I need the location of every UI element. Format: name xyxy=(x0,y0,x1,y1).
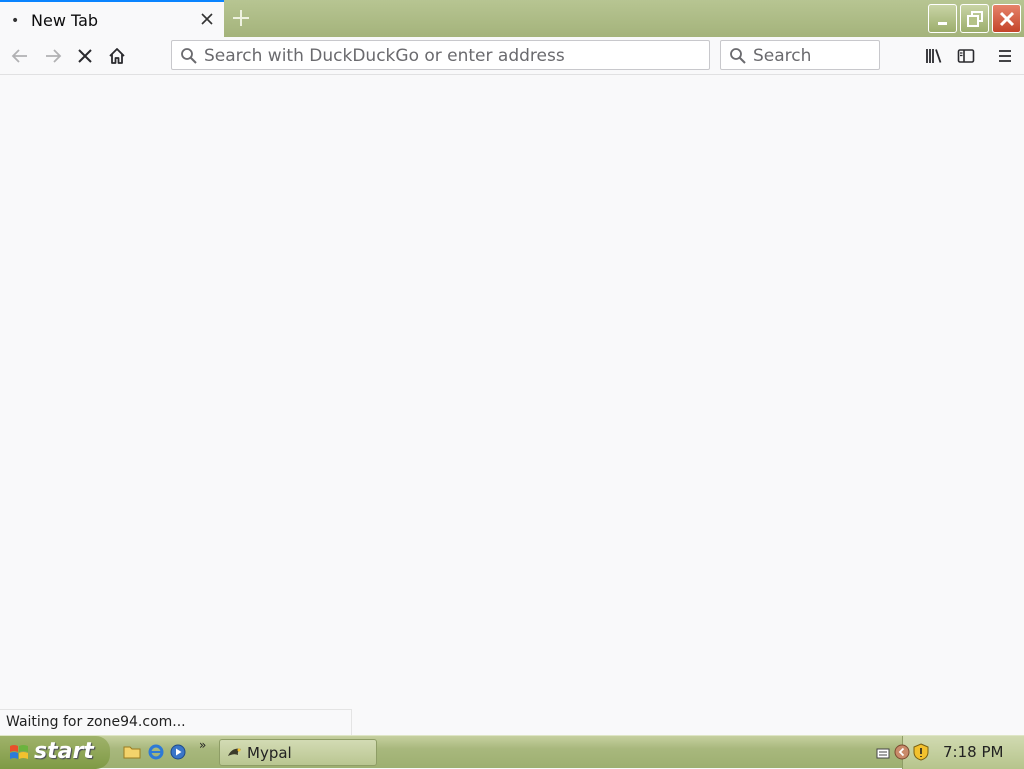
restore-button[interactable] xyxy=(960,4,989,33)
system-tray: 7:18 PM xyxy=(876,736,1024,769)
address-placeholder: Search with DuckDuckGo or enter address xyxy=(204,46,565,66)
tab-new-tab[interactable]: • New Tab xyxy=(0,0,224,37)
security-shield-icon[interactable] xyxy=(913,743,929,765)
title-bar: • New Tab xyxy=(0,0,1024,37)
internet-explorer-icon[interactable] xyxy=(147,743,165,761)
sidebar-toggle-button[interactable] xyxy=(955,45,977,67)
media-player-icon[interactable] xyxy=(169,743,187,761)
back-button[interactable] xyxy=(9,45,31,67)
library-button[interactable] xyxy=(923,45,945,67)
start-button[interactable]: start xyxy=(0,736,110,769)
folder-icon[interactable] xyxy=(123,743,141,761)
keyboard-icon[interactable] xyxy=(876,745,890,764)
tray-collapse-icon[interactable] xyxy=(894,744,910,764)
taskbar-item-mypal[interactable]: Mypal xyxy=(219,739,377,766)
search-icon xyxy=(729,47,747,69)
close-window-button[interactable] xyxy=(992,4,1021,33)
status-bar: Waiting for zone94.com... xyxy=(0,709,352,735)
navigation-toolbar: Search with DuckDuckGo or enter address … xyxy=(0,37,1024,75)
search-icon xyxy=(180,47,198,69)
home-button[interactable] xyxy=(106,45,128,67)
new-tab-button[interactable] xyxy=(228,5,254,31)
search-placeholder: Search xyxy=(753,46,812,66)
address-bar[interactable]: Search with DuckDuckGo or enter address xyxy=(171,40,710,70)
taskbar: start » Mypal 7:18 PM xyxy=(0,735,1024,769)
stop-button[interactable] xyxy=(74,45,96,67)
forward-button[interactable] xyxy=(42,45,64,67)
page-content xyxy=(0,76,1024,735)
menu-button[interactable] xyxy=(994,45,1016,67)
windows-logo-icon xyxy=(9,744,29,766)
clock: 7:18 PM xyxy=(943,743,1004,761)
tab-close-icon[interactable] xyxy=(198,10,216,28)
minimize-button[interactable] xyxy=(928,4,957,33)
tab-loading-icon: • xyxy=(11,13,20,29)
quick-launch-more-icon[interactable]: » xyxy=(199,738,206,752)
taskbar-item-label: Mypal xyxy=(247,744,292,762)
start-label: start xyxy=(34,739,94,764)
tab-title: New Tab xyxy=(31,11,99,30)
search-field[interactable]: Search xyxy=(720,40,880,70)
mypal-app-icon xyxy=(226,744,244,766)
